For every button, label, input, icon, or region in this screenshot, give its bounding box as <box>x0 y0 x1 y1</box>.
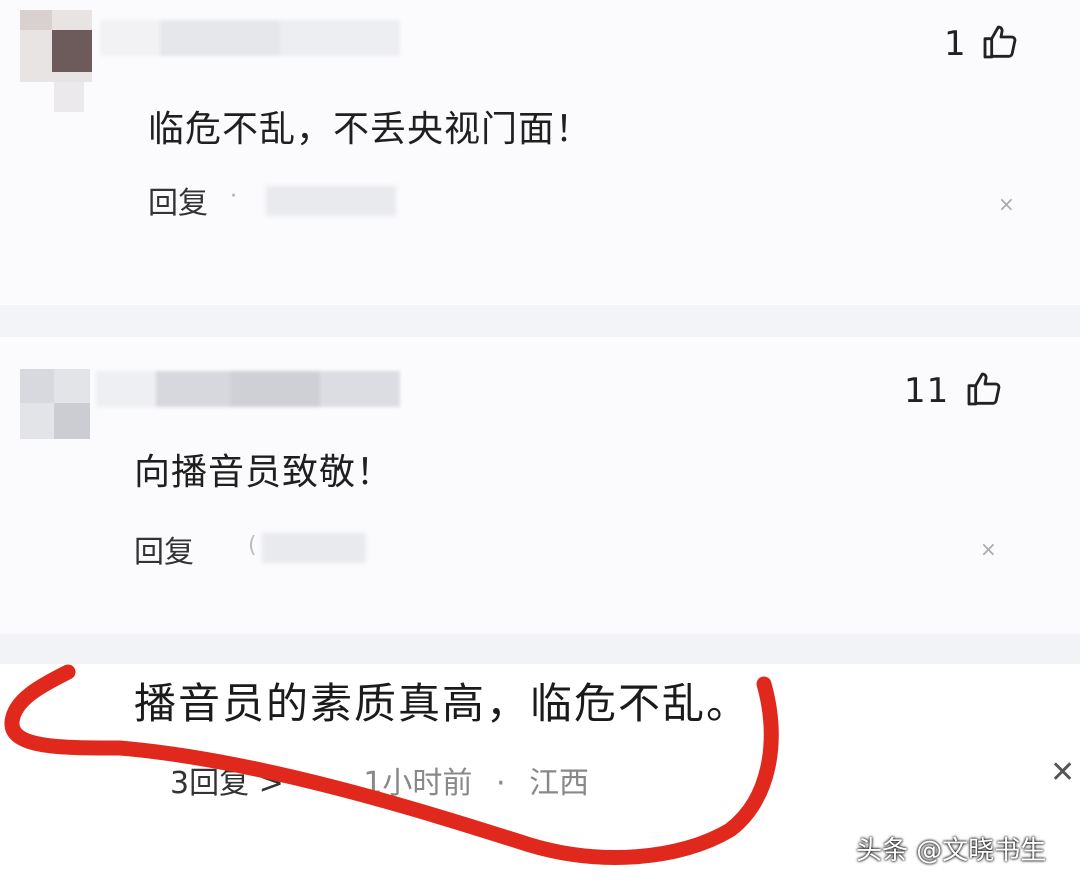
mention-blurred[interactable] <box>266 186 396 216</box>
divider <box>0 634 1080 664</box>
avatar[interactable] <box>20 10 92 82</box>
comment-card-2: 11 向播音员致敬！ 回复 ( × <box>0 337 1080 634</box>
thumbs-up-icon[interactable] <box>964 369 1004 409</box>
comment-meta: 3回复 > 1小时前 · 江西 <box>170 758 589 802</box>
comment-text: 向播音员致敬！ <box>134 452 394 493</box>
username-blurred[interactable] <box>96 371 400 407</box>
separator-dot: · <box>495 766 506 801</box>
close-icon[interactable]: × <box>980 539 997 559</box>
chevron-right-icon: > <box>258 766 284 801</box>
separator-dot: · <box>230 184 237 209</box>
avatar-shadow <box>54 82 84 112</box>
close-icon[interactable]: × <box>998 194 1015 214</box>
reply-button[interactable]: 回复 <box>134 527 194 571</box>
comment-text: 播音员的素质真高，临危不乱。 <box>134 679 751 728</box>
comment-text: 临危不乱，不丢央视门面！ <box>148 109 593 150</box>
reply-button[interactable]: 回复 <box>148 178 208 222</box>
location: 江西 <box>529 766 590 801</box>
replies-button[interactable]: 3回复 > <box>170 766 284 801</box>
mention-prefix: ( <box>248 533 257 558</box>
thumbs-up-icon[interactable] <box>980 22 1020 62</box>
replies-label: 3回复 <box>170 766 250 801</box>
watermark: 头条 @文晓书生 <box>856 836 1047 866</box>
mention-blurred[interactable] <box>262 533 366 563</box>
avatar[interactable] <box>20 369 90 439</box>
close-icon[interactable]: ✕ <box>1050 758 1075 788</box>
like-count: 1 <box>944 24 967 64</box>
comment-card-1: 1 临危不乱，不丢央视门面！ 回复 · × <box>0 0 1080 305</box>
divider <box>0 305 1080 337</box>
like-count: 11 <box>904 371 950 411</box>
timestamp: 1小时前 <box>363 766 473 801</box>
username-blurred[interactable] <box>100 20 400 56</box>
